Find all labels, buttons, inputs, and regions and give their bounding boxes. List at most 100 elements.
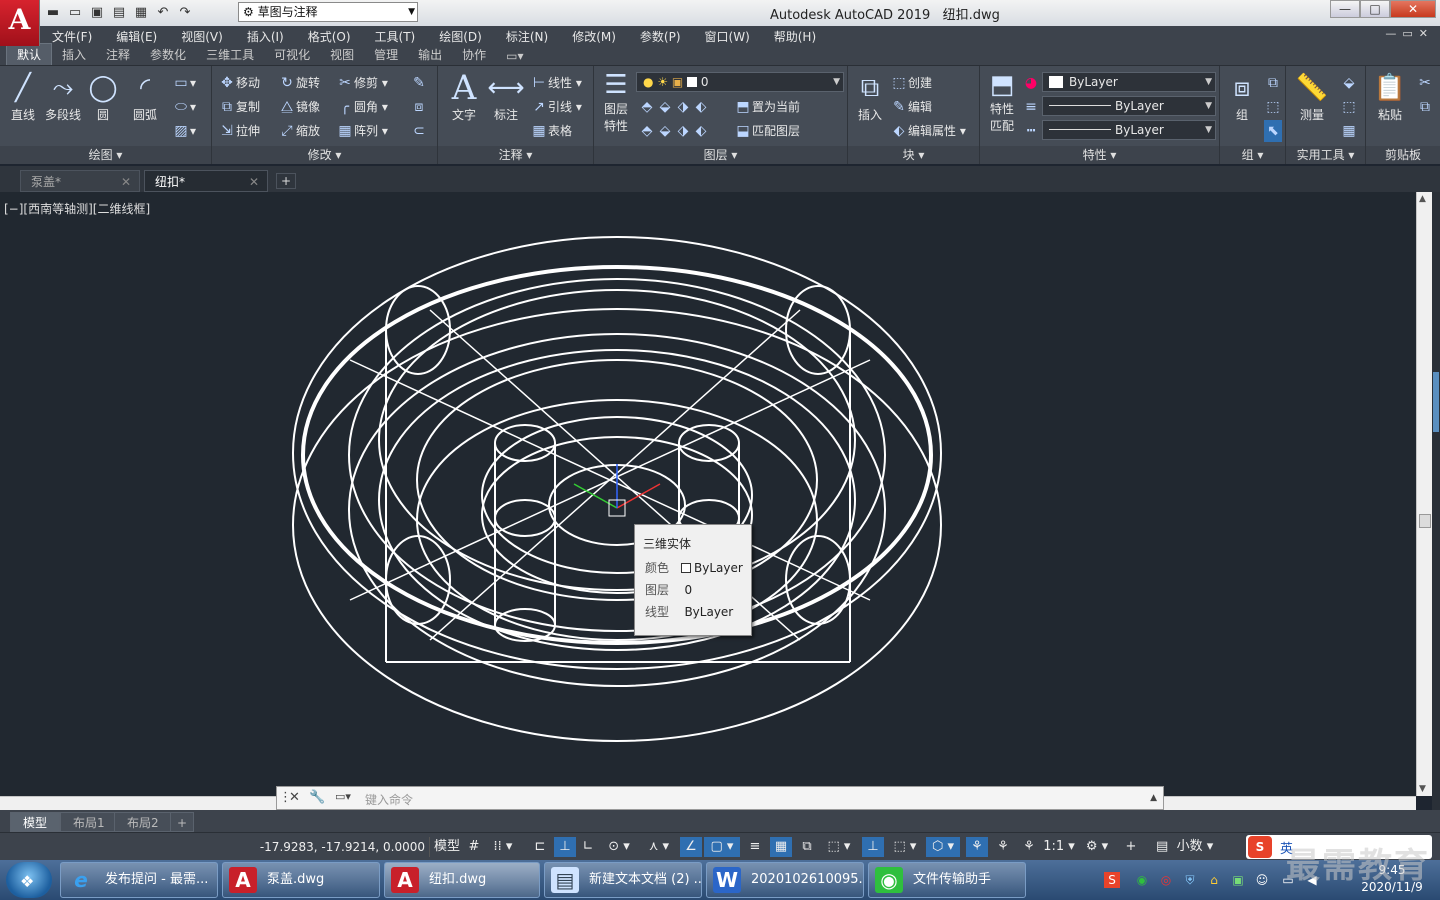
menu-dimension[interactable]: 标注(N) — [494, 28, 560, 45]
undo-icon[interactable]: ↶ — [154, 4, 172, 22]
plus-icon[interactable]: + — [1120, 837, 1142, 857]
linetype-icon[interactable]: ┅ — [1022, 120, 1040, 142]
new-file-icon[interactable]: ▬ — [44, 4, 62, 22]
menu-file[interactable]: 文件(F) — [40, 28, 104, 45]
gear-icon[interactable]: ⚙ ▾ — [1080, 837, 1114, 857]
table-button[interactable]: ▦ 表格 — [530, 120, 572, 142]
tab-annotate[interactable]: 注释 — [96, 44, 140, 65]
quick-select-icon[interactable]: ⬙ — [1340, 72, 1358, 94]
autoscale-icon[interactable]: ⚘ — [992, 837, 1014, 857]
ellipse-icon[interactable]: ⬭ ▾ — [172, 96, 196, 118]
vertical-scrollbar[interactable]: ▲ ▼ — [1416, 192, 1432, 796]
layer-tool-icons-row1[interactable]: ⬘ ⬙ ⬗ ⬖ — [638, 96, 710, 118]
menu-draw[interactable]: 绘图(D) — [427, 28, 494, 45]
offset-icon[interactable]: ⊂ — [410, 120, 428, 142]
copy-button[interactable]: ⧉ 复制 — [218, 96, 260, 118]
tab-parametric[interactable]: 参数化 — [140, 44, 196, 65]
save-icon[interactable]: ▣ — [88, 4, 106, 22]
tab-output[interactable]: 输出 — [408, 44, 452, 65]
layer-tool-icons-row2[interactable]: ⬘ ⬙ ⬗ ⬖ — [638, 120, 710, 142]
ortho-icon[interactable]: ∟ — [578, 837, 598, 857]
panel-layers-title[interactable]: 图层 ▾ — [594, 146, 847, 164]
tab-default[interactable]: 默认 — [6, 43, 53, 65]
calculator-icon[interactable]: ▦ — [1340, 120, 1358, 142]
menu-help[interactable]: 帮助(H) — [762, 28, 828, 45]
taskbar-item-word[interactable]: W 2020102610095... — [706, 862, 864, 898]
group-button[interactable]: ⧈ 组 — [1222, 70, 1262, 123]
polyline-button[interactable]: ⤳ 多段线 — [43, 70, 83, 123]
file-tab-niukou[interactable]: 纽扣* ✕ — [144, 170, 268, 192]
menu-tools[interactable]: 工具(T) — [363, 28, 428, 45]
circle-button[interactable]: ◯ 圆 — [83, 70, 123, 123]
workspace-selector[interactable]: ⚙ 草图与注释 ▼ — [238, 2, 418, 22]
edit-attributes-button[interactable]: ⬖ 编辑属性 ▾ — [890, 120, 966, 142]
annotation-scale-icon[interactable]: ⚘ — [1018, 837, 1040, 857]
model-space-toggle[interactable]: 模型 — [434, 837, 460, 857]
menu-window[interactable]: 窗口(W) — [693, 28, 762, 45]
taskbar-item-ie[interactable]: e 发布提问 - 最需... — [60, 862, 218, 898]
group-select-icon[interactable]: ⬉ — [1264, 120, 1282, 142]
explode-icon[interactable]: ⧈ — [410, 96, 428, 118]
dimension-button[interactable]: ⟷ 标注 — [486, 70, 526, 123]
units-dropdown[interactable]: ▤ 小数 ▾ — [1150, 837, 1240, 857]
tab-insert[interactable]: 插入 — [52, 44, 96, 65]
layer-dropdown[interactable]: ● ☀ ▣ 0 ▼ — [636, 72, 844, 92]
lineweight-icon[interactable]: ≡ — [1022, 96, 1040, 118]
measure-button[interactable]: 📏 测量 — [1292, 70, 1332, 123]
group-edit-icon[interactable]: ⬚ — [1264, 96, 1282, 118]
scale-button[interactable]: ⤢ 缩放 — [278, 120, 320, 142]
insert-block-button[interactable]: ⧉ 插入 — [850, 70, 890, 123]
wireframe-drawing[interactable] — [0, 192, 1416, 796]
mirror-button[interactable]: ⧋ 镜像 — [278, 96, 320, 118]
taskbar-item-wechat[interactable]: ◉ 文件传输助手 — [868, 862, 1026, 898]
trim-button[interactable]: ✂ 修剪 ▾ — [336, 72, 388, 94]
move-button[interactable]: ✥ 移动 — [218, 72, 260, 94]
annotation-scale-dropdown[interactable]: 1:1 ▾ — [1042, 837, 1076, 857]
annotation-visibility-icon[interactable]: ⚘ — [966, 837, 988, 857]
paste-button[interactable]: 📋 粘贴 — [1370, 70, 1410, 123]
rectangle-icon[interactable]: ▭ ▾ — [172, 72, 196, 94]
text-button[interactable]: A 文字 — [444, 70, 484, 123]
menu-insert[interactable]: 插入(I) — [235, 28, 296, 45]
panel-properties-title[interactable]: 特性 ▾ — [980, 146, 1219, 164]
edit-block-button[interactable]: ✎ 编辑 — [890, 96, 932, 118]
stretch-button[interactable]: ⇲ 拉伸 — [218, 120, 260, 142]
dynamic-input-icon[interactable]: ⊥ — [554, 837, 576, 857]
panel-utilities-title[interactable]: 实用工具 ▾ — [1286, 146, 1365, 164]
tab-layout1[interactable]: 布局1 — [60, 812, 118, 832]
drawing-viewport[interactable]: [−][西南等轴测][二维线框] 三维实体 颜色 ByLayer 图层 0 线型… — [0, 192, 1416, 796]
navigation-bar[interactable] — [1432, 192, 1440, 810]
panel-clipboard-title[interactable]: 剪贴板 — [1366, 146, 1440, 164]
polar-tracking-icon[interactable]: ⊙ ▾ — [602, 837, 636, 857]
infer-constraints-icon[interactable]: ⊏ — [530, 837, 550, 857]
selection-filter-icon[interactable]: ⬚ ▾ — [888, 837, 922, 857]
tab-3d-tools[interactable]: 三维工具 — [196, 44, 264, 65]
panel-modify-title[interactable]: 修改 ▾ — [212, 146, 437, 164]
start-button[interactable]: ❖ — [6, 862, 52, 898]
tab-view[interactable]: 视图 — [320, 44, 364, 65]
nvidia-icon[interactable]: ▣ — [1230, 872, 1246, 888]
create-block-button[interactable]: ⬚ 创建 — [890, 72, 932, 94]
tab-manage[interactable]: 管理 — [364, 44, 408, 65]
taskbar-item-niukou[interactable]: A 纽扣.dwg — [384, 862, 540, 898]
cut-icon[interactable]: ✂ — [1416, 72, 1434, 94]
match-properties-button[interactable]: ⬒ 特性 匹配 — [982, 70, 1022, 134]
menu-format[interactable]: 格式(O) — [296, 28, 363, 45]
panel-annotation-title[interactable]: 注释 ▾ — [438, 146, 593, 164]
print-icon[interactable]: ▦ — [132, 4, 150, 22]
arc-button[interactable]: ◜ 圆弧 — [125, 70, 165, 123]
wechat-tray-icon[interactable]: ◉ — [1134, 872, 1150, 888]
save-as-icon[interactable]: ▤ — [110, 4, 128, 22]
panel-block-title[interactable]: 块 ▾ — [848, 146, 979, 164]
file-tab-bengai[interactable]: 泵盖* ✕ — [20, 170, 140, 192]
scroll-thumb[interactable] — [1419, 514, 1431, 528]
panel-draw-title[interactable]: 绘图 ▾ — [0, 146, 211, 164]
leader-button[interactable]: ↗ 引线 ▾ — [530, 96, 582, 118]
weibo-tray-icon[interactable]: ◎ — [1158, 872, 1174, 888]
layer-properties-button[interactable]: ☰ 图层 特性 — [596, 70, 636, 134]
ungroup-icon[interactable]: ⧉ — [1264, 72, 1282, 94]
3d-osnap-icon[interactable]: ⬚ ▾ — [822, 837, 856, 857]
tab-collaborate[interactable]: 协作 — [452, 44, 496, 65]
menu-parametric[interactable]: 参数(P) — [628, 28, 693, 45]
taskbar-item-bengai[interactable]: A 泵盖.dwg — [222, 862, 380, 898]
